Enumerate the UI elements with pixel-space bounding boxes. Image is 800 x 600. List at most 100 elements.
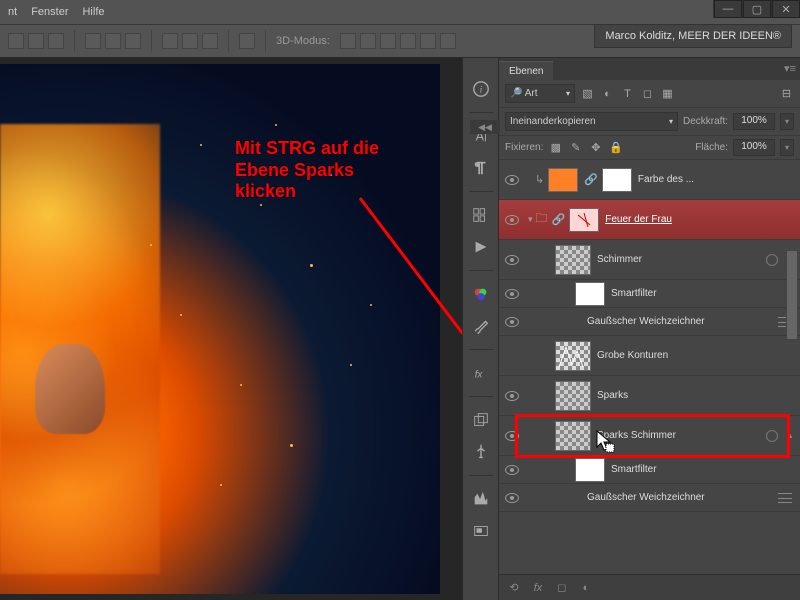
- layer-row[interactable]: Sparks Schimmer ▴: [499, 416, 800, 456]
- eye-icon[interactable]: [505, 317, 519, 327]
- filter-shape-icon[interactable]: ◻: [640, 86, 655, 101]
- 3d-icon[interactable]: [400, 33, 416, 49]
- 3d-icon[interactable]: [420, 33, 436, 49]
- adjustment-icon[interactable]: ◐: [577, 580, 595, 596]
- distribute-icon[interactable]: [202, 33, 218, 49]
- eye-icon[interactable]: [505, 391, 519, 401]
- layer-thumb[interactable]: [555, 381, 591, 411]
- 3d-icon[interactable]: [380, 33, 396, 49]
- paragraph-icon[interactable]: [469, 157, 493, 179]
- layer-name[interactable]: Smartfilter: [611, 464, 657, 475]
- align-icon[interactable]: [48, 33, 64, 49]
- layer-row[interactable]: Grobe Konturen: [499, 336, 800, 376]
- clone-source-icon[interactable]: [469, 409, 493, 431]
- layer-name[interactable]: Smartfilter: [611, 288, 657, 299]
- layer-group-row[interactable]: ▾ 🗀 🔗 Feuer der Frau: [499, 200, 800, 240]
- glyphs-icon[interactable]: [469, 204, 493, 226]
- layer-row[interactable]: Gaußscher Weichzeichner: [499, 308, 800, 336]
- swatches-icon[interactable]: [469, 283, 493, 305]
- user-badge[interactable]: Marco Kolditz, MEER DER IDEEN®: [594, 24, 792, 48]
- layer-filter-select[interactable]: 🔎 Art▾: [505, 84, 575, 103]
- close-button[interactable]: ✕: [772, 0, 800, 18]
- layer-row[interactable]: ↳ 🔗 Farbe des ...: [499, 160, 800, 200]
- opacity-input[interactable]: 100%: [733, 113, 775, 130]
- menu-item-fenster[interactable]: Fenster: [31, 6, 68, 18]
- smart-filter-indicator-icon[interactable]: [766, 254, 778, 266]
- 3d-icon[interactable]: [360, 33, 376, 49]
- fill-input[interactable]: 100%: [733, 139, 775, 156]
- dock-collapse-button[interactable]: ◀◀: [470, 120, 500, 134]
- mask-thumb[interactable]: [575, 458, 605, 482]
- minimize-button[interactable]: —: [714, 0, 742, 18]
- mask-thumb[interactable]: [575, 282, 605, 306]
- filter-smart-icon[interactable]: ▦: [660, 86, 675, 101]
- layer-row[interactable]: Smartfilter: [499, 280, 800, 308]
- align-icon[interactable]: [8, 33, 24, 49]
- eye-icon[interactable]: [505, 215, 519, 225]
- fx-icon[interactable]: fx: [529, 580, 547, 596]
- layer-row[interactable]: Smartfilter: [499, 456, 800, 484]
- filter-image-icon[interactable]: ▧: [580, 86, 595, 101]
- layer-thumb[interactable]: [555, 341, 591, 371]
- layer-name[interactable]: Grobe Konturen: [597, 350, 668, 361]
- histogram-icon[interactable]: [469, 488, 493, 510]
- canvas-area[interactable]: Mit STRG auf die Ebene Sparks klicken: [0, 58, 462, 600]
- fill-stepper[interactable]: ▾: [780, 139, 794, 156]
- eye-icon[interactable]: [505, 431, 519, 441]
- distribute-icon[interactable]: [105, 33, 121, 49]
- layer-row-sparks[interactable]: Sparks: [499, 376, 800, 416]
- 3d-icon[interactable]: [340, 33, 356, 49]
- fx-twisty-icon[interactable]: ▴: [787, 430, 792, 441]
- distribute-icon[interactable]: [162, 33, 178, 49]
- layer-name[interactable]: Feuer der Frau: [605, 214, 672, 225]
- link-layers-icon[interactable]: ⟲: [505, 580, 523, 596]
- scrollbar-thumb[interactable]: [786, 250, 798, 340]
- mask-thumb[interactable]: [602, 168, 632, 192]
- eye-icon[interactable]: [505, 465, 519, 475]
- layer-row[interactable]: Schimmer ▴: [499, 240, 800, 280]
- lock-move-icon[interactable]: ✥: [588, 140, 603, 155]
- info-icon[interactable]: i: [469, 78, 493, 100]
- usb-icon[interactable]: [469, 441, 493, 463]
- lock-all-icon[interactable]: 🔒: [608, 140, 623, 155]
- menu-item-hilfe[interactable]: Hilfe: [82, 6, 104, 18]
- layer-name[interactable]: Schimmer: [597, 254, 642, 265]
- twisty-icon[interactable]: ▾: [528, 214, 533, 225]
- smart-filter-indicator-icon[interactable]: [766, 430, 778, 442]
- layer-name[interactable]: Gaußscher Weichzeichner: [587, 492, 705, 503]
- menu-item-nt[interactable]: nt: [8, 6, 17, 18]
- filter-adjust-icon[interactable]: ◐: [600, 86, 615, 101]
- filter-text-icon[interactable]: T: [620, 86, 635, 101]
- actions-icon[interactable]: [469, 236, 493, 258]
- styles-icon[interactable]: fx: [469, 362, 493, 384]
- lock-brush-icon[interactable]: ✎: [568, 140, 583, 155]
- distribute-icon[interactable]: [182, 33, 198, 49]
- layer-name[interactable]: Sparks: [597, 390, 628, 401]
- eye-icon[interactable]: [505, 255, 519, 265]
- mask-icon[interactable]: ◻: [553, 580, 571, 596]
- mask-thumb[interactable]: [569, 208, 599, 232]
- maximize-button[interactable]: ▢: [743, 0, 771, 18]
- layer-name[interactable]: Farbe des ...: [638, 174, 694, 185]
- align-icon[interactable]: [28, 33, 44, 49]
- filter-toggle[interactable]: ⊟: [779, 86, 794, 101]
- blend-mode-select[interactable]: Ineinanderkopieren▾: [505, 112, 678, 131]
- layer-name[interactable]: Gaußscher Weichzeichner: [587, 316, 705, 327]
- layer-row[interactable]: Gaußscher Weichzeichner: [499, 484, 800, 512]
- filter-options-icon[interactable]: [778, 493, 792, 503]
- eye-icon[interactable]: [505, 289, 519, 299]
- eye-icon[interactable]: [505, 493, 519, 503]
- navigator-icon[interactable]: [469, 520, 493, 542]
- layer-thumb[interactable]: [555, 245, 591, 275]
- distribute-icon[interactable]: [125, 33, 141, 49]
- eye-icon[interactable]: [505, 175, 519, 185]
- overlap-icon[interactable]: [239, 33, 255, 49]
- tab-ebenen[interactable]: Ebenen: [499, 61, 553, 80]
- 3d-icon[interactable]: [440, 33, 456, 49]
- lock-pixels-icon[interactable]: ▩: [548, 140, 563, 155]
- layer-thumb[interactable]: [548, 168, 578, 192]
- panel-menu-icon[interactable]: ▾≡: [784, 62, 796, 75]
- layer-thumb[interactable]: [555, 421, 591, 451]
- opacity-stepper[interactable]: ▾: [780, 113, 794, 130]
- distribute-icon[interactable]: [85, 33, 101, 49]
